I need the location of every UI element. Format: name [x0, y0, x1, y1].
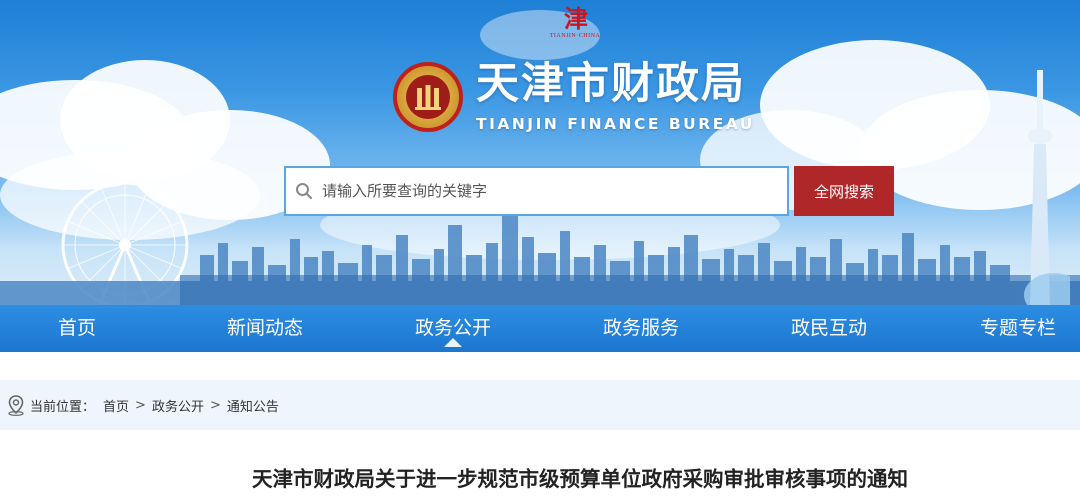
breadcrumb-prefix: 当前位置：: [30, 399, 96, 415]
emblem-pillars-icon: [415, 85, 441, 110]
search-icon: [286, 168, 322, 214]
site-title[interactable]: 天津市财政局: [476, 58, 746, 110]
site-subtitle: TIANJIN FINANCE BUREAU: [476, 115, 755, 133]
breadcrumb-item-government-affairs[interactable]: 政务公开: [152, 396, 204, 415]
breadcrumb-item-home[interactable]: 首页: [103, 396, 129, 415]
search-box: [284, 166, 789, 216]
emblem-inner: [406, 75, 450, 119]
main-nav: 首页 新闻动态 政务公开 政务服务 政民互动 专题专栏: [0, 305, 1080, 352]
top-stamp-subtext: TIANJIN·CHINA: [549, 33, 601, 39]
nav-item-special-topics[interactable]: 专题专栏: [980, 305, 1056, 352]
breadcrumb-separator: >: [209, 397, 221, 413]
location-pin-icon: [8, 395, 24, 416]
top-stamp-logo: 津 TIANJIN·CHINA: [540, 6, 610, 46]
top-stamp-mark: 津: [564, 4, 588, 33]
nav-item-services[interactable]: 政务服务: [603, 305, 679, 352]
search-button[interactable]: 全网搜索: [794, 166, 894, 216]
nav-active-indicator: [444, 338, 462, 347]
nav-item-news[interactable]: 新闻动态: [227, 305, 303, 352]
breadcrumb-item-notices[interactable]: 通知公告: [227, 396, 279, 415]
nav-item-home[interactable]: 首页: [58, 305, 96, 352]
article-title: 天津市财政局关于进一步规范市级预算单位政府采购审批审核事项的通知: [252, 467, 908, 491]
nav-item-interaction[interactable]: 政民互动: [791, 305, 867, 352]
emblem-icon[interactable]: [393, 62, 463, 132]
breadcrumb: 当前位置： 首页 > 政务公开 > 通知公告: [0, 380, 1080, 430]
header-banner: 津 TIANJIN·CHINA 天津市财政局 TIANJIN FINANCE B…: [0, 0, 1080, 305]
tv-tower-illustration: [1024, 70, 1070, 305]
search-input[interactable]: [322, 169, 787, 213]
breadcrumb-separator: >: [135, 397, 146, 413]
